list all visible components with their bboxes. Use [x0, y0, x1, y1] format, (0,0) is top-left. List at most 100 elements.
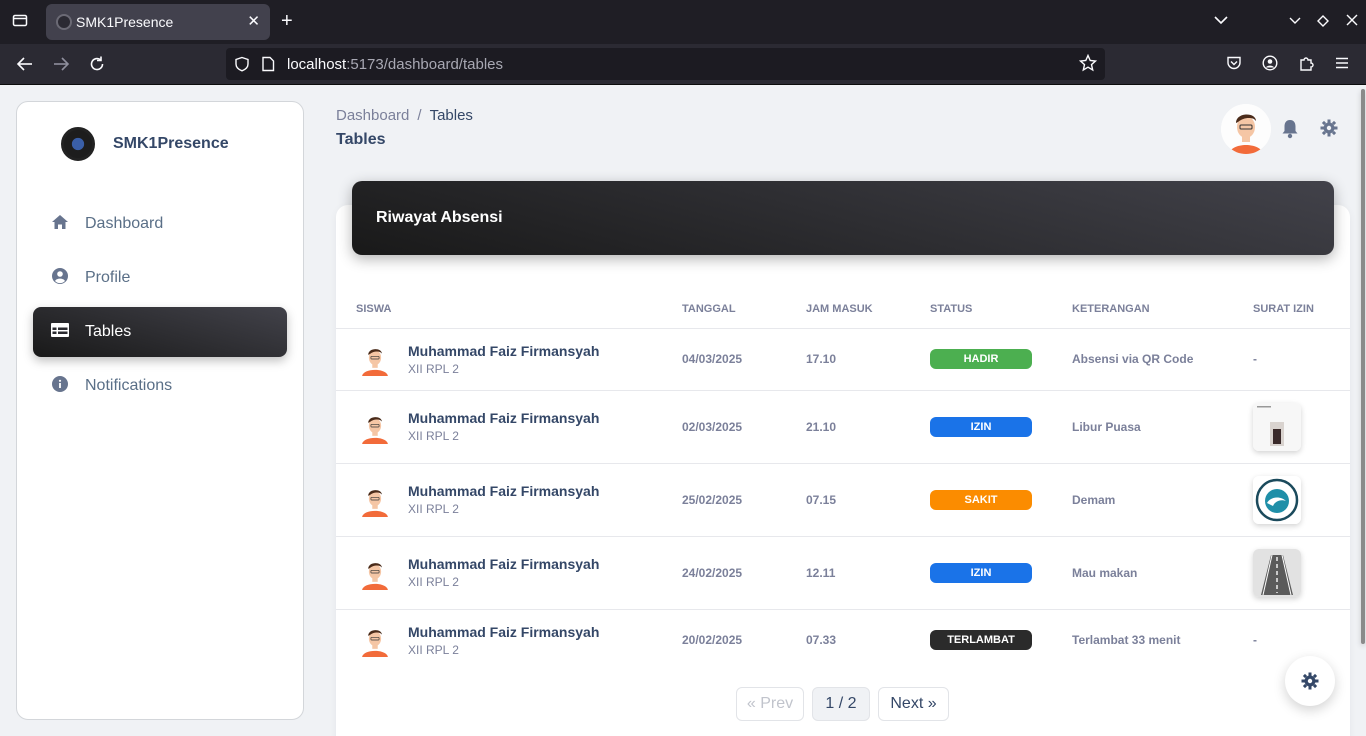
student-class: XII RPL 2 [408, 642, 459, 657]
extensions-icon[interactable] [1298, 55, 1314, 76]
maximize-icon[interactable] [1317, 14, 1329, 32]
table-icon [50, 322, 70, 342]
table-row: Muhammad Faiz Firmansyah XII RPL 2 24/02/… [336, 536, 1350, 610]
settings-gear-icon [1301, 672, 1319, 695]
brand-name: SMK1Presence [113, 135, 229, 152]
status-badge: TERLAMBAT [930, 630, 1032, 651]
back-icon[interactable] [16, 55, 34, 78]
page-icon[interactable] [261, 56, 275, 77]
time-cell: 07.15 [806, 463, 930, 537]
student-name: Muhammad Faiz Firmansyah [408, 483, 600, 499]
pagination: « Prev 1 / 2 Next » [736, 687, 957, 721]
page-scrollbar[interactable] [1360, 85, 1366, 736]
status-badge: IZIN [930, 562, 1032, 583]
student-avatar [358, 410, 392, 444]
status-badge: HADIR [930, 349, 1032, 369]
permission-letter-image[interactable] [1253, 548, 1301, 597]
student-avatar [358, 483, 392, 517]
settings-gear-icon[interactable] [1320, 119, 1338, 142]
time-cell: 17.10 [806, 328, 930, 391]
permission-letter-image[interactable] [1253, 475, 1301, 524]
student-avatar [358, 556, 392, 590]
student-name: Muhammad Faiz Firmansyah [408, 410, 600, 426]
minimize-icon[interactable] [1289, 14, 1301, 32]
student-avatar [358, 623, 392, 658]
time-cell: 07.33 [806, 633, 837, 648]
student-class: XII RPL 2 [408, 429, 459, 443]
sidebar-item-label: Notifications [85, 377, 173, 394]
tab-list-icon[interactable] [1213, 12, 1229, 33]
student-avatar [358, 342, 392, 376]
permission-letter-image[interactable] [1253, 402, 1301, 451]
next-page-button[interactable]: Next » [878, 687, 949, 721]
student-name: Muhammad Faiz Firmansyah [408, 342, 600, 359]
new-tab-icon[interactable]: + [281, 10, 293, 33]
url-text[interactable]: localhost:5173/dashboard/tables [287, 56, 503, 73]
column-header-tanggal: TANGGAL [682, 290, 806, 329]
card-title: Riwayat Absensi [376, 209, 503, 226]
status-badge: IZIN [930, 416, 1032, 437]
time-cell: 21.10 [806, 390, 930, 464]
shield-icon[interactable] [234, 56, 250, 77]
notification-bell-icon[interactable] [1281, 119, 1299, 144]
prev-page-button[interactable]: « Prev [736, 687, 804, 721]
address-bar[interactable]: localhost:5173/dashboard/tables [226, 48, 1105, 80]
reload-icon[interactable] [88, 55, 106, 78]
breadcrumb: Dashboard / Tables [336, 107, 473, 124]
note-cell: Libur Puasa [1072, 390, 1253, 464]
home-icon [50, 214, 70, 235]
page-title: Tables [336, 131, 386, 148]
date-cell: 04/03/2025 [682, 328, 806, 391]
configurator-button[interactable] [1285, 656, 1335, 706]
student-class: XII RPL 2 [408, 361, 459, 376]
note-cell: Absensi via QR Code [1072, 328, 1253, 391]
note-cell: Demam [1072, 463, 1253, 537]
sidebar-item-profile[interactable]: Profile [33, 253, 287, 303]
sidebar-item-label: Profile [85, 269, 131, 286]
letter-cell: - [1253, 328, 1350, 391]
sidebar-item-label: Dashboard [85, 215, 164, 232]
account-circle-icon [50, 267, 70, 289]
bookmark-star-icon[interactable] [1078, 53, 1098, 77]
menu-icon[interactable] [1334, 55, 1350, 76]
table-row: Muhammad Faiz Firmansyah XII RPL 2 25/02/… [336, 463, 1350, 537]
breadcrumb-root[interactable]: Dashboard [336, 107, 409, 124]
note-cell: Mau makan [1072, 536, 1253, 610]
sidebar-item-dashboard[interactable]: Dashboard [33, 199, 287, 249]
table-row: Muhammad Faiz Firmansyah XII RPL 2 20/02/… [336, 609, 1350, 671]
browser-tab[interactable]: SMK1Presence ✕ [46, 4, 270, 40]
tab-close-icon[interactable]: ✕ [247, 12, 260, 30]
pocket-icon[interactable] [1226, 55, 1242, 76]
brand[interactable]: SMK1Presence [61, 127, 229, 161]
tab-overview-icon[interactable] [12, 12, 28, 33]
breadcrumb-separator: / [417, 107, 422, 124]
forward-icon[interactable] [52, 55, 70, 78]
date-cell: 25/02/2025 [682, 463, 806, 537]
date-cell: 02/03/2025 [682, 390, 806, 464]
note-cell: Terlambat 33 menit [1072, 633, 1181, 648]
date-cell: 20/02/2025 [682, 633, 743, 648]
info-icon [50, 375, 70, 397]
column-header-status: STATUS [930, 290, 1072, 329]
breadcrumb-current: Tables [429, 107, 473, 124]
sidebar-item-notifications[interactable]: Notifications [33, 361, 287, 411]
time-cell: 12.11 [806, 536, 930, 610]
url-path: :5173/dashboard/tables [346, 56, 503, 73]
table-row: Muhammad Faiz Firmansyah XII RPL 2 02/03/… [336, 390, 1350, 464]
sidebar-item-tables[interactable]: Tables [33, 307, 287, 357]
student-name: Muhammad Faiz Firmansyah [408, 556, 600, 572]
attendance-table: SISWA TANGGAL JAM MASUK STATUS KETERANGA… [336, 290, 1350, 671]
student-class: XII RPL 2 [408, 502, 459, 516]
window-close-icon[interactable] [1346, 13, 1358, 31]
school-logo-icon [61, 127, 95, 161]
user-avatar[interactable] [1221, 104, 1271, 154]
student-name: Muhammad Faiz Firmansyah [408, 623, 600, 640]
column-header-surat-izin: SURAT IZIN [1253, 290, 1350, 329]
scrollbar-thumb[interactable] [1361, 89, 1365, 644]
card-header: Riwayat Absensi [352, 181, 1334, 255]
page-content: SMK1Presence Dashboard Profile Tables No… [0, 85, 1366, 736]
table-row: Muhammad Faiz Firmansyah XII RPL 2 04/03/… [336, 328, 1350, 391]
url-host: localhost [287, 56, 347, 73]
account-icon[interactable] [1262, 55, 1278, 76]
student-class: XII RPL 2 [408, 575, 459, 589]
